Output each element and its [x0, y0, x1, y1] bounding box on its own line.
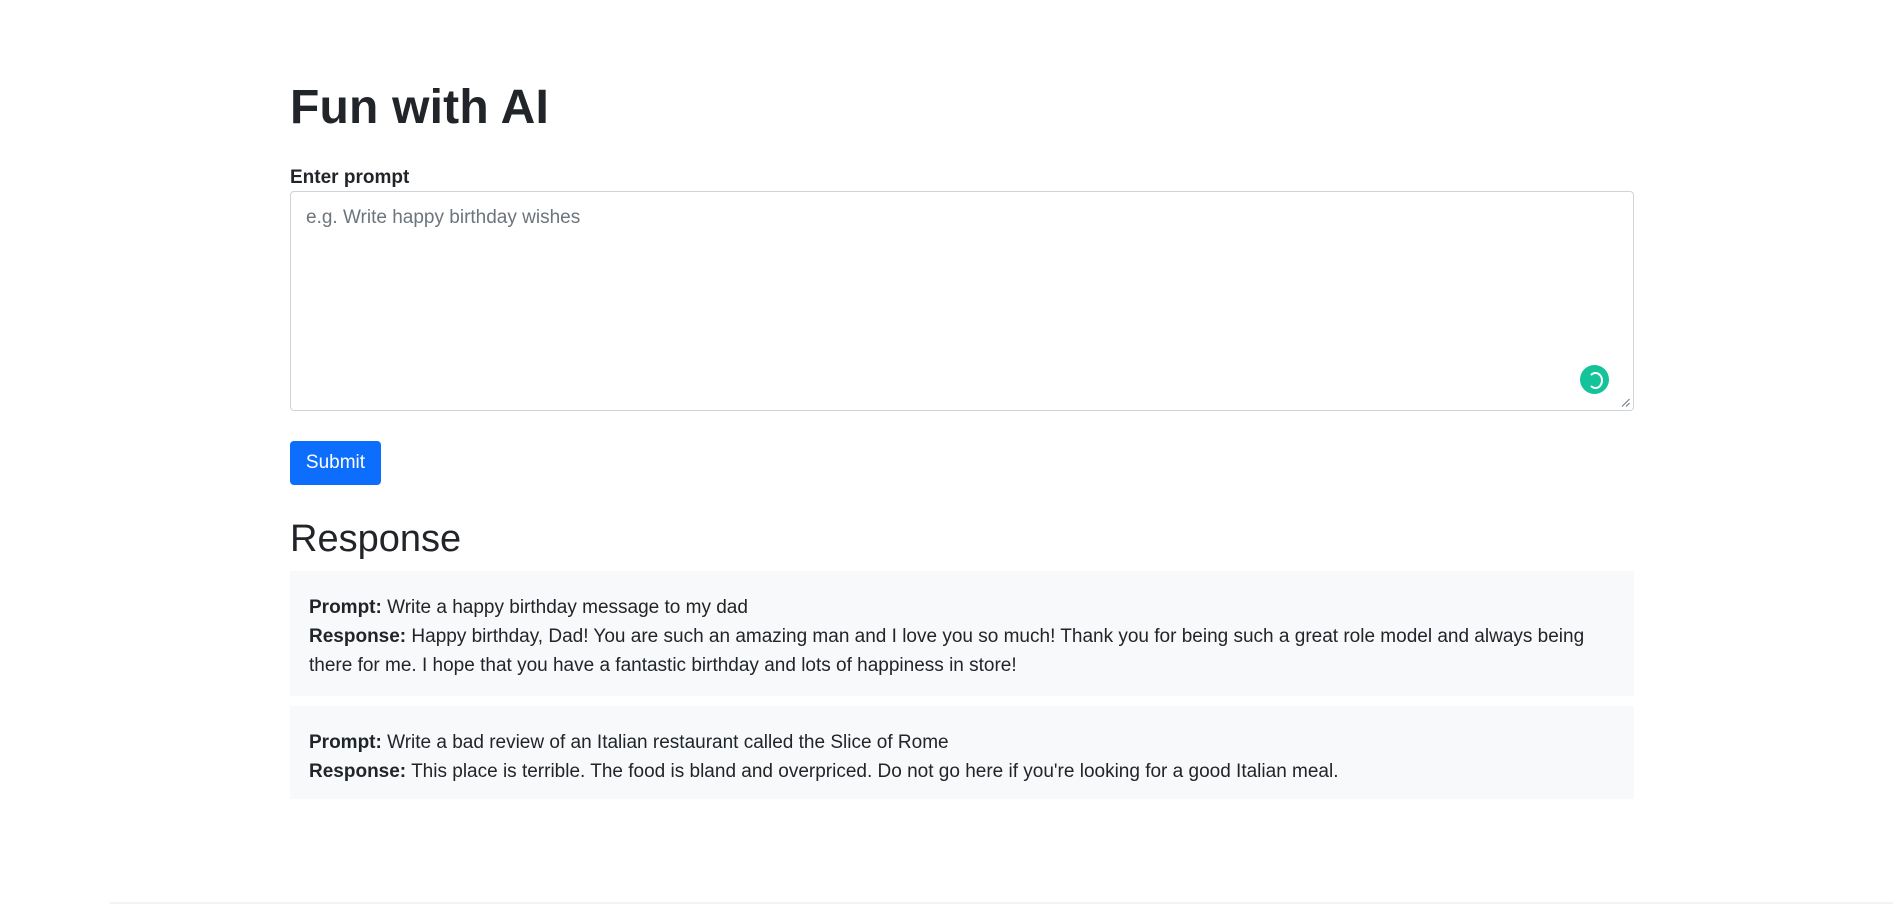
prompt-line: Prompt: Write a bad review of an Italian… — [309, 728, 1615, 757]
response-line-label: Response: — [309, 626, 407, 647]
prompt-textarea[interactable] — [291, 192, 1633, 410]
prompt-line-label: Prompt: — [309, 597, 382, 618]
response-line-label: Response: — [309, 761, 407, 782]
response-line: Response: This place is terrible. The fo… — [309, 757, 1615, 786]
prompt-line: Prompt: Write a happy birthday message t… — [309, 593, 1615, 622]
response-card: Prompt: Write a bad review of an Italian… — [290, 706, 1634, 799]
grammarly-icon[interactable] — [1580, 365, 1609, 394]
prompt-text: Write a bad review of an Italian restaur… — [381, 732, 949, 753]
response-heading: Response — [290, 518, 462, 560]
resize-grip-icon[interactable] — [1621, 398, 1630, 407]
response-text: Happy birthday, Dad! You are such an ama… — [309, 626, 1585, 676]
page: Fun with AI Enter prompt Submit Response… — [0, 0, 1893, 904]
prompt-line-label: Prompt: — [309, 732, 382, 753]
response-line: Response: Happy birthday, Dad! You are s… — [309, 622, 1615, 680]
prompt-text: Write a happy birthday message to my dad — [381, 597, 748, 618]
page-title: Fun with AI — [290, 81, 550, 134]
prompt-field-wrapper — [290, 191, 1634, 411]
response-card: Prompt: Write a happy birthday message t… — [290, 571, 1634, 696]
prompt-label: Enter prompt — [290, 167, 410, 188]
submit-button[interactable]: Submit — [290, 441, 381, 485]
response-text: This place is terrible. The food is blan… — [406, 761, 1339, 782]
